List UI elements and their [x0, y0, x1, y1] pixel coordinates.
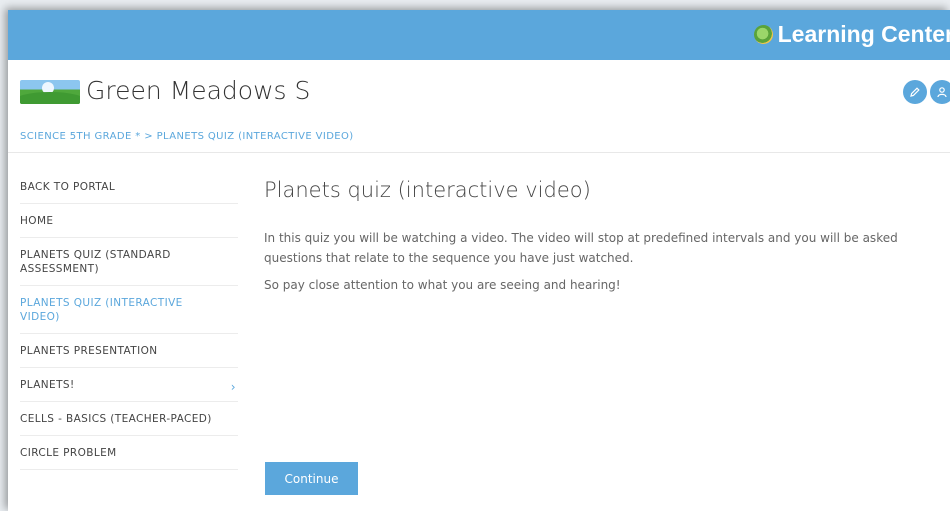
sidebar-item-circle-problem[interactable]: CIRCLE PROBLEM: [20, 436, 238, 470]
sidebar-item-back-to-portal[interactable]: BACK TO PORTAL: [20, 170, 238, 204]
sidebar-item-label: HOME: [20, 215, 54, 227]
sidebar-item-label: CIRCLE PROBLEM: [20, 447, 117, 459]
attention-paragraph: So pay close attention to what you are s…: [264, 278, 621, 292]
sidebar-item-cells-basics[interactable]: CELLS - BASICS (TEACHER-PACED): [20, 402, 238, 436]
brand-name: Learning Center: [777, 21, 950, 47]
chevron-right-icon[interactable]: ›: [231, 380, 236, 394]
sidebar-item-label: BACK TO PORTAL: [20, 181, 116, 193]
sidebar-item-planets-quiz-standard[interactable]: PLANETS QUIZ (STANDARD ASSESSMENT): [20, 238, 238, 286]
app-window: Learning Center Green Meadows S SCIENCE …: [8, 10, 950, 511]
site-header: Green Meadows S: [8, 60, 950, 122]
sidebar-item-planets[interactable]: PLANETS! ›: [20, 368, 238, 402]
continue-button[interactable]: Continue: [265, 462, 358, 495]
breadcrumb: SCIENCE 5TH GRADE * > PLANETS QUIZ (INTE…: [8, 122, 950, 153]
sidebar-item-label: PLANETS!: [20, 379, 75, 391]
sidebar-item-home[interactable]: HOME: [20, 204, 238, 238]
sidebar-item-label: CELLS - BASICS (TEACHER-PACED): [20, 413, 212, 425]
learning-center-logo-icon: [753, 25, 773, 44]
edit-button[interactable]: [903, 80, 927, 104]
sidebar-nav: BACK TO PORTAL HOME PLANETS QUIZ (STANDA…: [20, 170, 238, 470]
sidebar-item-label: PLANETS QUIZ (INTERACTIVE VIDEO): [20, 297, 183, 323]
user-icon: [937, 87, 947, 98]
sidebar-item-planets-presentation[interactable]: PLANETS PRESENTATION: [20, 334, 238, 368]
brand[interactable]: Learning Center: [753, 21, 950, 48]
sidebar-item-label: PLANETS QUIZ (STANDARD ASSESSMENT): [20, 249, 171, 275]
sidebar-item-planets-quiz-interactive[interactable]: PLANETS QUIZ (INTERACTIVE VIDEO): [20, 286, 238, 334]
edit-icon: [910, 87, 920, 97]
page-title: Planets quiz (interactive video): [264, 178, 591, 202]
user-button[interactable]: [930, 80, 950, 104]
breadcrumb-text[interactable]: SCIENCE 5TH GRADE * > PLANETS QUIZ (INTE…: [20, 131, 354, 142]
sidebar-item-label: PLANETS PRESENTATION: [20, 345, 158, 357]
school-name[interactable]: Green Meadows S: [86, 76, 310, 105]
main-content: Planets quiz (interactive video) In this…: [264, 170, 950, 302]
top-bar: Learning Center: [8, 10, 950, 60]
school-logo[interactable]: [20, 80, 80, 104]
intro-paragraph: In this quiz you will be watching a vide…: [264, 231, 898, 265]
